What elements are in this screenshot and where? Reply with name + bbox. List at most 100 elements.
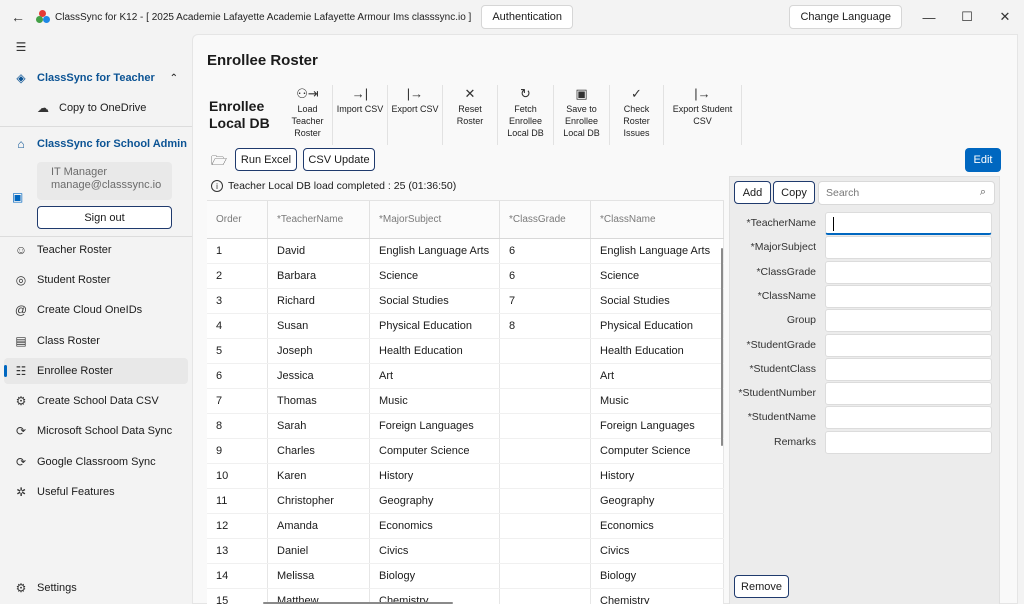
table-cell[interactable] (500, 464, 591, 488)
export-student-csv-button[interactable]: |→ Export Student CSV (664, 85, 742, 145)
search-input[interactable]: Search ⌕ (818, 181, 995, 205)
sidebar-item-create-school-data-csv[interactable]: ⚙ Create School Data CSV (4, 388, 188, 414)
table-row[interactable]: 12 Amanda Economics Economics (207, 514, 724, 539)
table-cell[interactable]: Civics (591, 539, 724, 563)
table-row[interactable]: 1 David English Language Arts 6 English Lang… (207, 239, 724, 264)
table-row[interactable]: 7 Thomas Music Music (207, 389, 724, 414)
table-cell[interactable]: 10 (207, 464, 268, 488)
table-cell[interactable]: Health Education (370, 339, 500, 363)
table-cell[interactable]: Biology (370, 564, 500, 588)
search-icon[interactable]: ⌕ (980, 186, 986, 199)
table-cell[interactable]: History (370, 464, 500, 488)
check-roster-issues-button[interactable]: ✓ Check Roster Issues (610, 85, 664, 145)
field-input[interactable] (825, 357, 992, 381)
table-cell[interactable]: 15 (207, 589, 268, 604)
table-cell[interactable]: 11 (207, 489, 268, 513)
table-cell[interactable]: Geography (591, 489, 724, 513)
table-cell[interactable]: Economics (591, 514, 724, 538)
table-cell[interactable]: Physical Education (591, 314, 724, 338)
column-header[interactable]: *ClassGrade (500, 201, 591, 238)
table-cell[interactable]: 6 (500, 239, 591, 263)
table-cell[interactable]: Amanda (268, 514, 370, 538)
table-row[interactable]: 9 Charles Computer Science Computer Science (207, 439, 724, 464)
table-cell[interactable]: Science (591, 264, 724, 288)
field-input[interactable] (825, 333, 992, 357)
table-cell[interactable]: Art (591, 364, 724, 388)
field-input[interactable] (825, 212, 992, 235)
sidebar-section-admin[interactable]: ⌂ ClassSync for School Admin (4, 131, 188, 157)
maximize-icon[interactable]: ☐ (948, 9, 986, 25)
fetch-enrollee-db-button[interactable]: ↻ Fetch Enrollee Local DB (498, 85, 554, 145)
table-cell[interactable]: 8 (500, 314, 591, 338)
table-cell[interactable]: 7 (500, 289, 591, 313)
sidebar-item-class-roster[interactable]: ▤ Class Roster (4, 328, 188, 354)
table-cell[interactable]: Social Studies (591, 289, 724, 313)
table-cell[interactable] (500, 389, 591, 413)
sidebar-item-copy-onedrive[interactable]: ☁ Copy to OneDrive (4, 95, 188, 121)
change-language-button[interactable]: Change Language (789, 5, 902, 29)
table-cell[interactable] (500, 514, 591, 538)
sidebar-item-google-classroom-sync[interactable]: ⟳ Google Classroom Sync (4, 449, 188, 475)
hamburger-menu[interactable]: ☰ (4, 34, 188, 60)
sidebar-item-enrollee-roster[interactable]: ☷ Enrollee Roster (4, 358, 188, 384)
vertical-scrollbar[interactable] (721, 248, 723, 446)
close-window-icon[interactable]: ✕ (986, 9, 1024, 25)
table-cell[interactable]: Susan (268, 314, 370, 338)
table-cell[interactable]: 4 (207, 314, 268, 338)
table-row[interactable]: 8 Sarah Foreign Languages Foreign Languages (207, 414, 724, 439)
sign-out-button[interactable]: Sign out (37, 206, 172, 229)
sidebar-item-teacher-roster[interactable]: ☺ Teacher Roster (4, 237, 188, 263)
field-input[interactable] (825, 260, 992, 284)
table-cell[interactable]: 3 (207, 289, 268, 313)
table-cell[interactable]: Daniel (268, 539, 370, 563)
table-cell[interactable]: Music (370, 389, 500, 413)
table-cell[interactable]: Chemistry (591, 589, 724, 604)
field-input[interactable] (825, 406, 992, 430)
column-header[interactable]: *MajorSubject (370, 201, 500, 238)
authentication-button[interactable]: Authentication (481, 5, 574, 29)
table-cell[interactable] (500, 489, 591, 513)
add-button[interactable]: Add (734, 181, 771, 204)
table-cell[interactable]: David (268, 239, 370, 263)
table-cell[interactable]: Economics (370, 514, 500, 538)
table-cell[interactable]: Barbara (268, 264, 370, 288)
table-cell[interactable]: Sarah (268, 414, 370, 438)
column-header[interactable]: *ClassName (591, 201, 724, 238)
table-row[interactable]: 6 Jessica Art Art (207, 364, 724, 389)
table-cell[interactable] (500, 564, 591, 588)
table-cell[interactable]: 12 (207, 514, 268, 538)
table-cell[interactable]: Art (370, 364, 500, 388)
table-cell[interactable]: 6 (207, 364, 268, 388)
table-cell[interactable]: Thomas (268, 389, 370, 413)
table-row[interactable]: 3 Richard Social Studies 7 Social Studies (207, 289, 724, 314)
field-input[interactable] (825, 382, 992, 406)
table-cell[interactable]: Charles (268, 439, 370, 463)
column-header[interactable]: *TeacherName (268, 201, 370, 238)
chevron-up-icon[interactable]: ⌃ (170, 73, 178, 84)
table-cell[interactable]: Geography (370, 489, 500, 513)
table-cell[interactable]: Science (370, 264, 500, 288)
table-cell[interactable] (500, 339, 591, 363)
sidebar-item-student-roster[interactable]: ◎ Student Roster (4, 267, 188, 293)
sidebar-item-useful-features[interactable]: ✲ Useful Features (4, 479, 188, 505)
table-row[interactable]: 4 Susan Physical Education 8 Physical Educat… (207, 314, 724, 339)
table-row[interactable]: 2 Barbara Science 6 Science (207, 264, 724, 289)
table-cell[interactable]: Foreign Languages (370, 414, 500, 438)
remove-button[interactable]: Remove (734, 575, 789, 598)
table-cell[interactable]: 6 (500, 264, 591, 288)
table-cell[interactable]: 1 (207, 239, 268, 263)
sidebar-item-microsoft-sds[interactable]: ⟳ Microsoft School Data Sync (4, 418, 188, 444)
table-cell[interactable]: Melissa (268, 564, 370, 588)
minimize-icon[interactable]: — (910, 10, 948, 25)
table-cell[interactable]: 13 (207, 539, 268, 563)
save-enrollee-db-button[interactable]: ▣ Save to Enrollee Local DB (554, 85, 610, 145)
table-cell[interactable]: Christopher (268, 489, 370, 513)
table-cell[interactable]: English Language Arts (370, 239, 500, 263)
table-cell[interactable]: History (591, 464, 724, 488)
table-row[interactable]: 5 Joseph Health Education Health Education (207, 339, 724, 364)
table-cell[interactable]: Richard (268, 289, 370, 313)
table-cell[interactable]: Biology (591, 564, 724, 588)
table-cell[interactable] (500, 539, 591, 563)
table-cell[interactable] (500, 589, 591, 604)
table-cell[interactable]: Physical Education (370, 314, 500, 338)
